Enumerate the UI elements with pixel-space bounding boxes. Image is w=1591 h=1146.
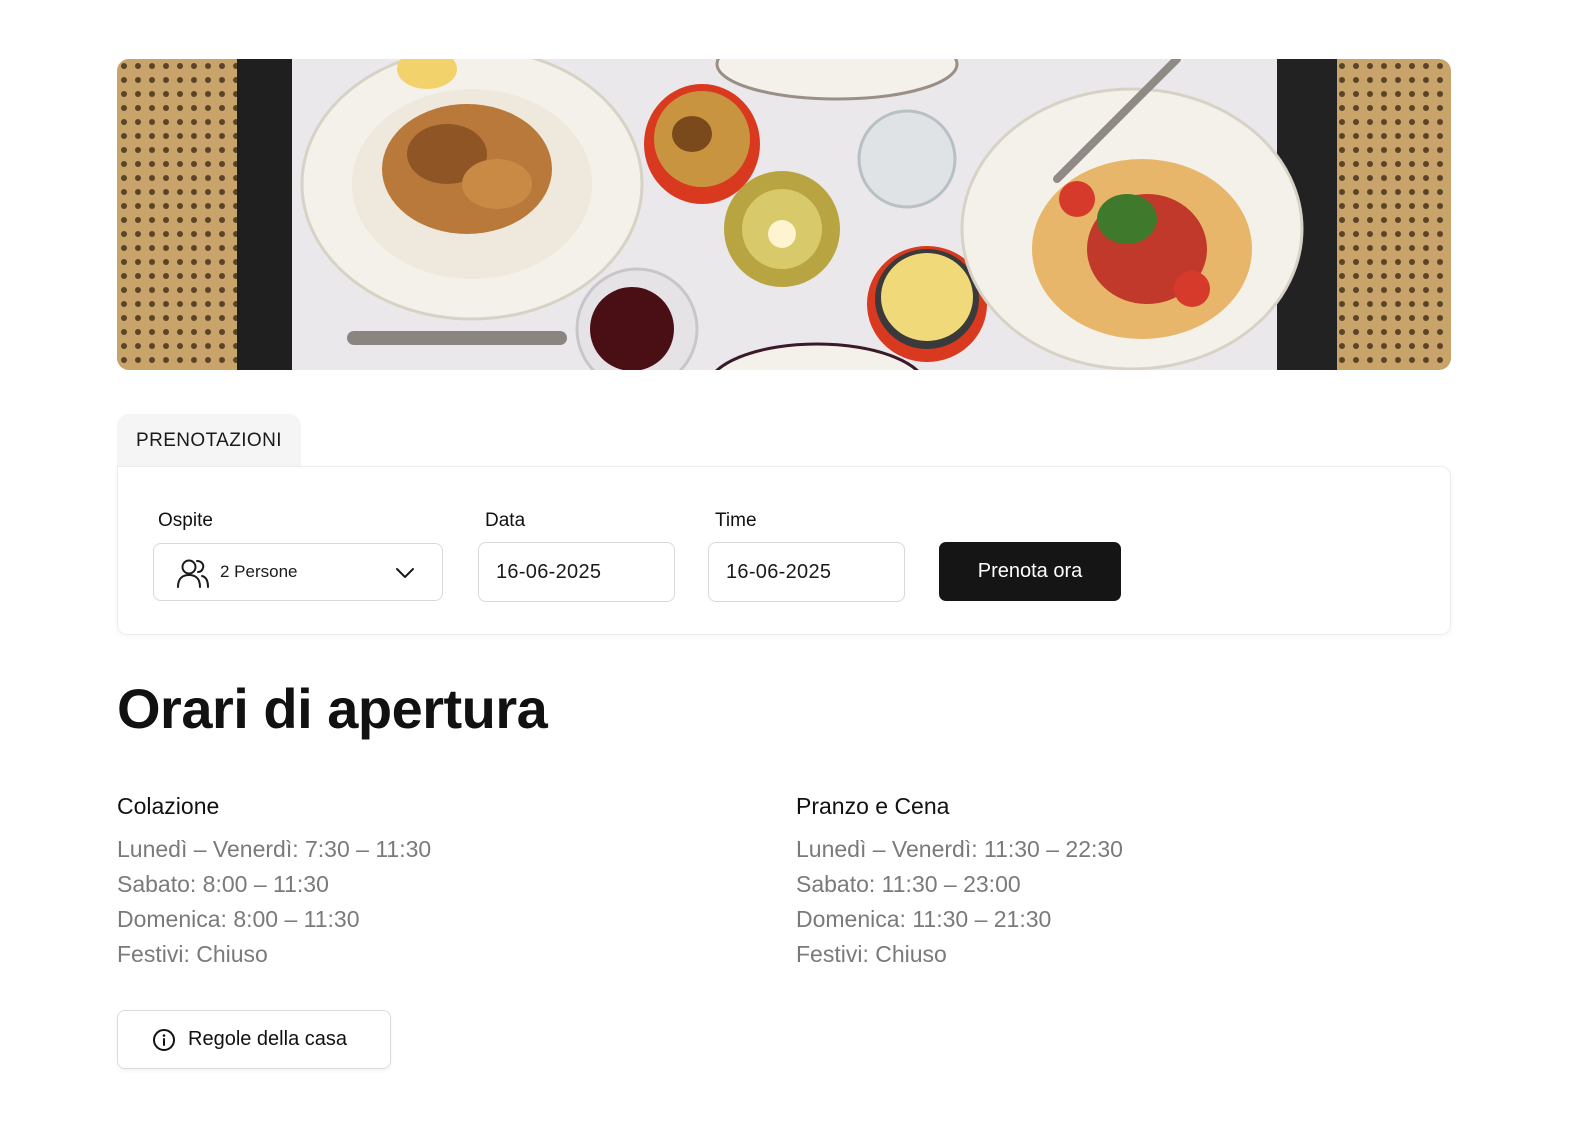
time-input[interactable]: 16-06-2025 bbox=[708, 542, 905, 602]
hours-line: Lunedì – Venerdì: 7:30 – 11:30 bbox=[117, 836, 432, 862]
food-table-illustration bbox=[117, 59, 1451, 370]
breakfast-title: Colazione bbox=[117, 793, 220, 819]
time-label: Time bbox=[715, 510, 757, 531]
hours-line: Sabato: 8:00 – 11:30 bbox=[117, 871, 329, 897]
info-icon bbox=[153, 1029, 175, 1051]
book-now-button[interactable]: Prenota ora bbox=[939, 542, 1121, 601]
chevron-down-icon bbox=[396, 568, 414, 578]
breakfast-hours: Colazione Lunedì – Venerdì: 7:30 – 11:30… bbox=[117, 790, 717, 972]
lunch-dinner-title: Pranzo e Cena bbox=[796, 793, 950, 819]
hours-line: Sabato: 11:30 – 23:00 bbox=[796, 871, 1021, 897]
opening-hours-title: Orari di apertura bbox=[117, 677, 548, 740]
booking-tab[interactable]: PRENOTAZIONI bbox=[117, 414, 301, 467]
hours-line: Festivi: Chiuso bbox=[796, 941, 947, 967]
date-label: Data bbox=[485, 510, 526, 531]
guests-select[interactable]: 2 Persone bbox=[153, 543, 443, 601]
lunch-dinner-hours: Pranzo e Cena Lunedì – Venerdì: 11:30 – … bbox=[796, 790, 1396, 972]
hours-line: Domenica: 8:00 – 11:30 bbox=[117, 906, 360, 932]
guests-label: Ospite bbox=[158, 510, 213, 531]
house-rules-button[interactable]: Regole della casa bbox=[117, 1010, 391, 1069]
people-icon bbox=[177, 559, 209, 588]
hours-line: Festivi: Chiuso bbox=[117, 941, 268, 967]
date-input[interactable]: 16-06-2025 bbox=[478, 542, 675, 602]
hero-image bbox=[117, 59, 1451, 370]
hours-line: Lunedì – Venerdì: 11:30 – 22:30 bbox=[796, 836, 1123, 862]
guests-value: 2 Persone bbox=[220, 562, 298, 581]
hours-line: Domenica: 11:30 – 21:30 bbox=[796, 906, 1052, 932]
house-rules-label: Regole della casa bbox=[188, 1028, 347, 1050]
